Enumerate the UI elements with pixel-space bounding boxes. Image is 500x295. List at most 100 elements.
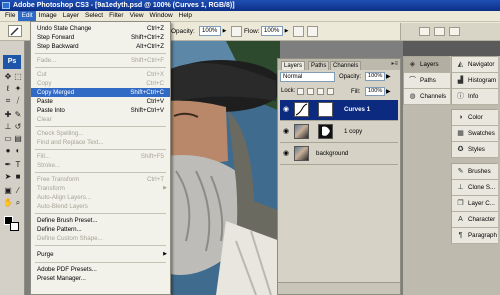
layer-row-curves[interactable]: ◉ Curves 1	[280, 100, 398, 121]
background-color-swatch[interactable]	[10, 222, 19, 231]
menu-item-define-shape[interactable]: Define Custom Shape...	[31, 234, 170, 243]
menu-item-free-transform[interactable]: Free Transform Ctrl+T	[31, 175, 170, 184]
menu-file[interactable]: File	[2, 11, 18, 21]
lock-pixels-icon[interactable]	[307, 88, 314, 95]
dock-color[interactable]: ◑ Color	[452, 110, 498, 126]
menu-item-fade[interactable]: Fade... Shift+Ctrl+F	[31, 56, 170, 65]
dodge-tool-icon[interactable]: ◐	[13, 146, 23, 156]
history-brush-icon[interactable]: ↺	[13, 122, 23, 132]
marquee-tool-icon[interactable]: ⬚	[13, 72, 23, 82]
menu-item-auto-align[interactable]: Auto-Align Layers...	[31, 193, 170, 202]
menu-layer[interactable]: Layer	[60, 11, 82, 21]
crop-tool-icon[interactable]: ⌗	[3, 96, 13, 106]
clone-stamp-icon[interactable]: ⊥	[3, 122, 13, 132]
magic-wand-icon[interactable]: ✦	[13, 84, 23, 94]
dock-paragraph[interactable]: ¶ Paragraph	[452, 228, 498, 244]
dock-info[interactable]: ⓘ Info	[452, 89, 498, 105]
brushes-well-icon[interactable]	[419, 27, 430, 36]
layer-row-background[interactable]: ◉ background	[280, 144, 398, 165]
layer-mask-thumbnail[interactable]	[318, 124, 333, 139]
menu-item-auto-blend[interactable]: Auto-Blend Layers	[31, 202, 170, 211]
notes-tool-icon[interactable]: ▣	[3, 186, 13, 196]
dock-character[interactable]: A Character	[452, 212, 498, 228]
dock-paths[interactable]: ⌒ Paths	[404, 73, 450, 89]
opacity-field[interactable]: 100%	[199, 26, 221, 36]
menu-edit[interactable]: Edit	[18, 11, 36, 21]
menu-item-transform[interactable]: Transform ▶	[31, 184, 170, 193]
menu-item-find-replace[interactable]: Find and Replace Text...	[31, 138, 170, 147]
menu-item-paste-into[interactable]: Paste Into Shift+Ctrl+V	[31, 106, 170, 115]
tool-presets-well-icon[interactable]	[434, 27, 445, 36]
menu-window[interactable]: Window	[147, 11, 176, 21]
menu-help[interactable]: Help	[176, 11, 195, 21]
menu-item-cut[interactable]: Cut Ctrl+X	[31, 70, 170, 79]
menu-item-undo[interactable]: Undo State Change Ctrl+Z	[31, 24, 170, 33]
tablet-pressure-icon[interactable]	[231, 26, 242, 37]
menu-item-clear[interactable]: Clear	[31, 115, 170, 124]
dock-channels[interactable]: ◍ Channels	[404, 89, 450, 105]
dock-brushes[interactable]: ✎ Brushes	[452, 164, 498, 180]
type-tool-icon[interactable]: T	[13, 160, 23, 170]
menu-item-define-pattern[interactable]: Define Pattern...	[31, 225, 170, 234]
eyedropper-icon[interactable]: ⁄	[13, 186, 23, 196]
zoom-tool-icon[interactable]: ⌕	[13, 198, 23, 208]
visibility-eye-icon[interactable]: ◉	[282, 106, 290, 114]
dock-layers[interactable]: ◈ Layers	[404, 57, 450, 73]
menu-image[interactable]: Image	[36, 11, 60, 21]
lock-position-icon[interactable]	[317, 88, 324, 95]
layer-row-1-copy[interactable]: ◉ 1 copy	[280, 122, 398, 143]
tab-channels[interactable]: Channels	[330, 61, 362, 70]
menu-item-fill[interactable]: Fill... Shift+F5	[31, 152, 170, 161]
menu-item-step-backward[interactable]: Step Backward Alt+Ctrl+Z	[31, 42, 170, 51]
shape-tool-icon[interactable]: ■	[13, 172, 23, 182]
panel-menu-icon[interactable]: ▸≡	[391, 60, 398, 67]
gradient-tool-icon[interactable]: ▤	[13, 134, 23, 144]
hand-tool-icon[interactable]: ✋	[3, 198, 13, 208]
dock-styles[interactable]: ✪ Styles	[452, 142, 498, 158]
lock-transparent-icon[interactable]	[297, 88, 304, 95]
healing-brush-icon[interactable]: ✚	[3, 110, 13, 120]
menu-item-define-brush[interactable]: Define Brush Preset...	[31, 216, 170, 225]
eraser-tool-icon[interactable]: ▭	[3, 134, 13, 144]
lasso-tool-icon[interactable]: ℓ	[3, 84, 13, 94]
menu-item-paste[interactable]: Paste Ctrl+V	[31, 97, 170, 106]
opacity-arrow-icon[interactable]: ▶	[386, 73, 391, 80]
layer-opacity-field[interactable]: 100%	[365, 72, 385, 81]
pen-tool-icon[interactable]: ✒	[3, 160, 13, 170]
visibility-eye-icon[interactable]: ◉	[282, 128, 290, 136]
tool-preset-picker[interactable]	[8, 25, 22, 37]
menu-select[interactable]: Select	[82, 11, 106, 21]
layer-comps-well-icon[interactable]	[449, 27, 460, 36]
blur-tool-icon[interactable]: ●	[3, 146, 13, 156]
path-selection-icon[interactable]: ➤	[3, 172, 13, 182]
move-tool-icon[interactable]: ✥	[3, 72, 13, 82]
menu-item-purge[interactable]: Purge ▶	[31, 250, 170, 259]
opacity-dropdown-icon[interactable]: ▶	[221, 26, 228, 36]
menu-view[interactable]: View	[127, 11, 147, 21]
menu-item-stroke[interactable]: Stroke...	[31, 161, 170, 170]
dock-swatches[interactable]: ▦ Swatches	[452, 126, 498, 142]
fill-field[interactable]: 100%	[365, 87, 385, 96]
dock-layer-comps[interactable]: ❐ Layer C...	[452, 196, 498, 212]
menu-item-step-forward[interactable]: Step Forward Shift+Ctrl+Z	[31, 33, 170, 42]
flow-dropdown-icon[interactable]: ▶	[283, 26, 290, 36]
menu-filter[interactable]: Filter	[106, 11, 126, 21]
visibility-eye-icon[interactable]: ◉	[282, 150, 290, 158]
menu-item-copy[interactable]: Copy Ctrl+C	[31, 79, 170, 88]
airbrush-icon[interactable]	[293, 26, 304, 37]
dock-histogram[interactable]: ▟ Histogram	[452, 73, 498, 89]
blend-mode-select[interactable]: Normal	[280, 72, 335, 82]
layer-mask-thumbnail[interactable]	[318, 102, 333, 117]
menu-item-pdf-presets[interactable]: Adobe PDF Presets...	[31, 265, 170, 274]
document-canvas[interactable]	[166, 41, 280, 295]
tab-layers[interactable]: Layers	[281, 61, 306, 70]
dock-clone-source[interactable]: ⊥ Clone S...	[452, 180, 498, 196]
lock-all-icon[interactable]	[327, 88, 334, 95]
flow-field[interactable]: 100%	[261, 26, 283, 36]
tablet-opacity-icon[interactable]	[307, 26, 318, 37]
tab-paths[interactable]: Paths	[308, 61, 330, 70]
slice-tool-icon[interactable]: ⧸	[13, 96, 23, 106]
menu-item-copy-merged[interactable]: Copy Merged Shift+Ctrl+C	[31, 88, 170, 97]
fill-arrow-icon[interactable]: ▶	[386, 88, 391, 95]
brush-tool-icon[interactable]: ✎	[13, 110, 23, 120]
